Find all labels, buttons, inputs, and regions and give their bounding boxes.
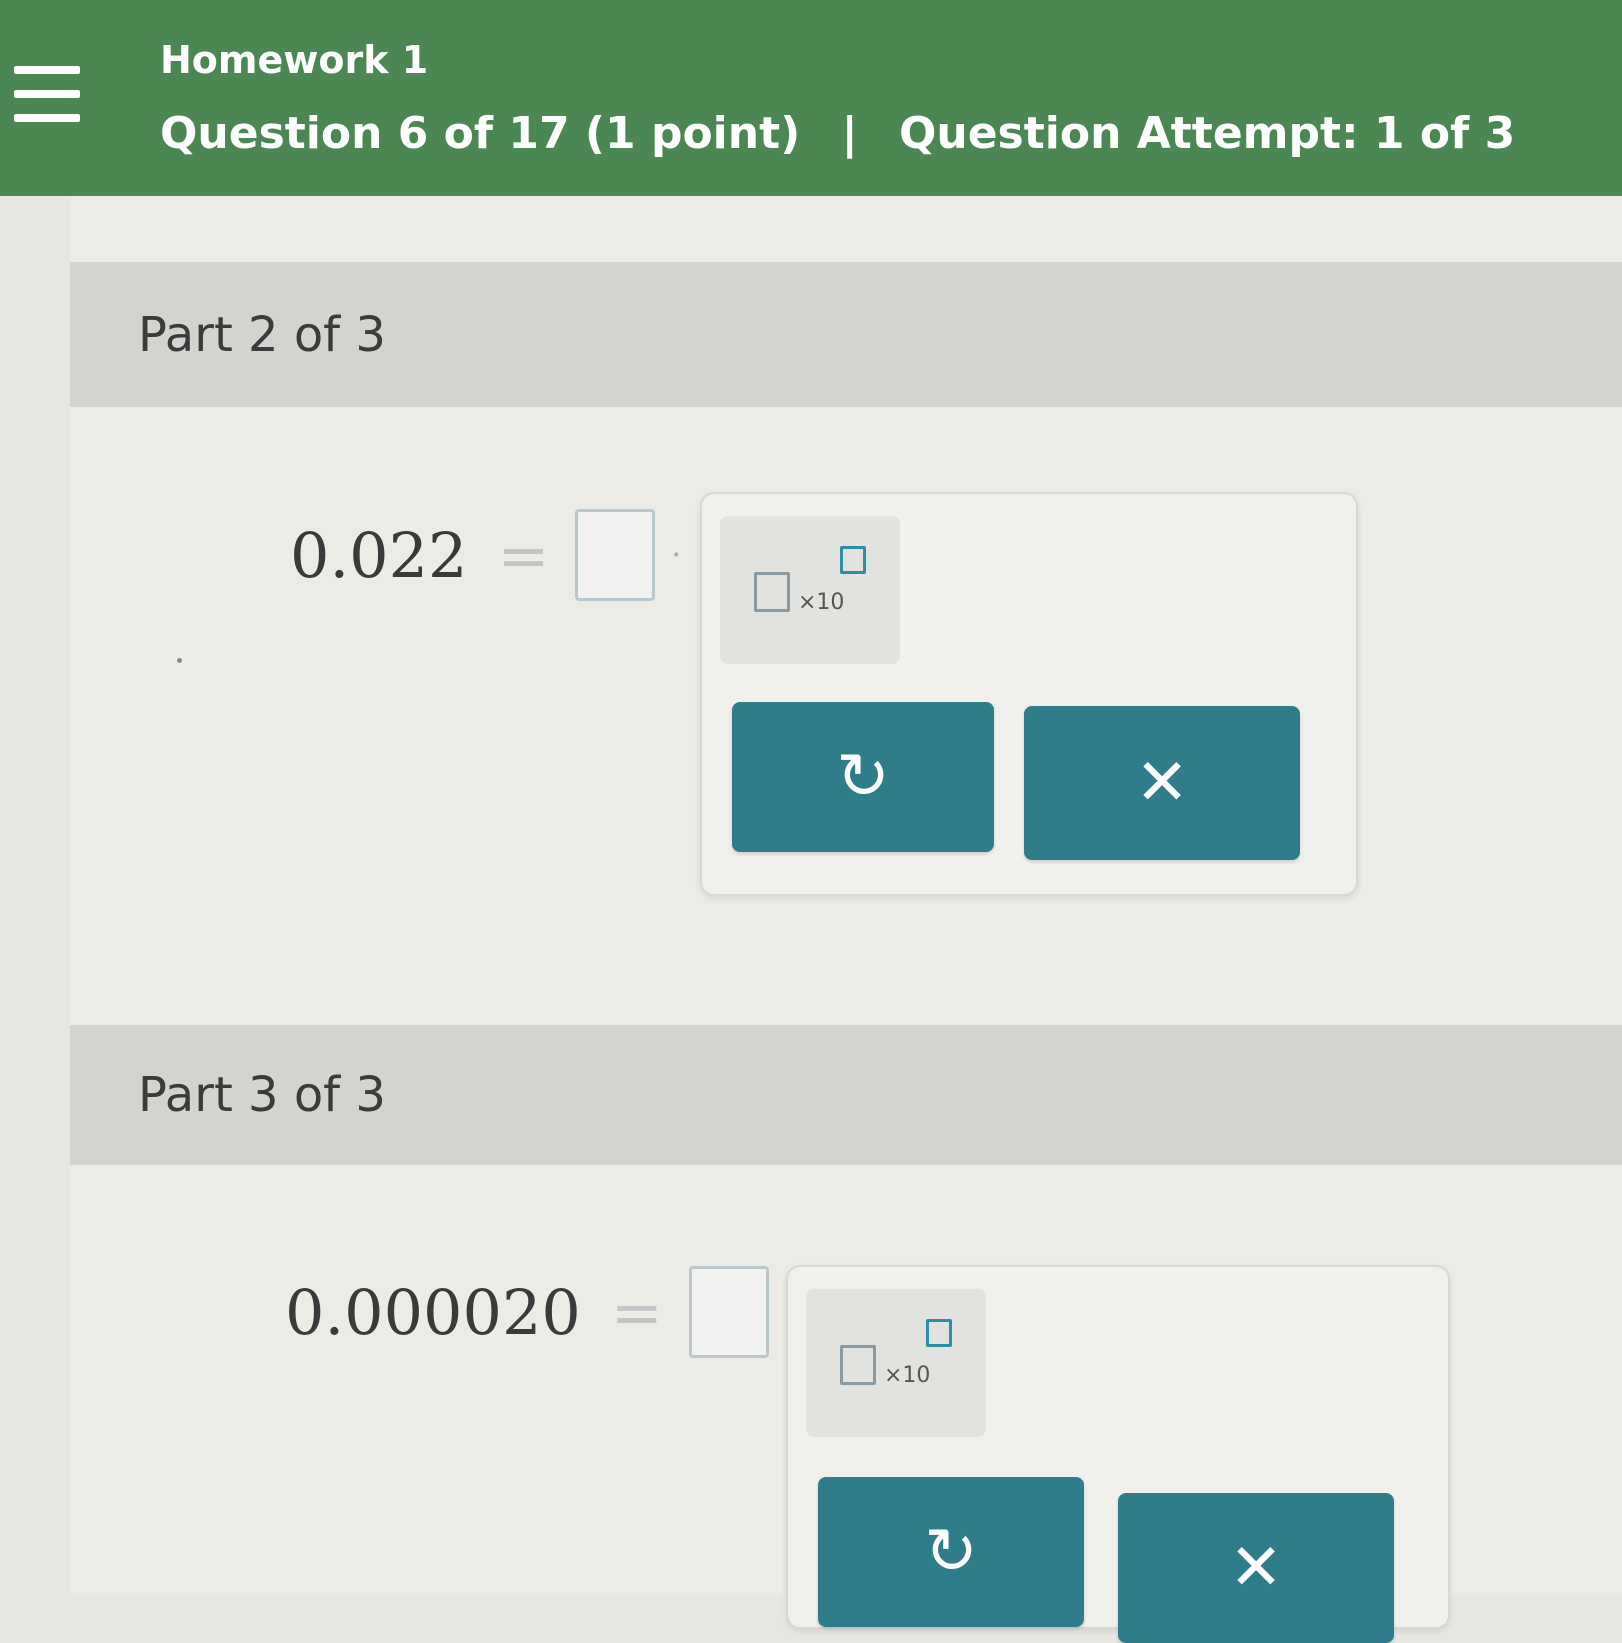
top-header: Homework 1 Question 6 of 17 (1 point) | … — [0, 0, 1622, 196]
exponent-box-icon — [926, 1319, 952, 1347]
part-3-header: Part 3 of 3 — [70, 1025, 1622, 1165]
part-3-math-palette: ×10 ↻ ✕ — [786, 1265, 1450, 1643]
close-icon: ✕ — [1229, 1531, 1283, 1605]
part-2-value: 0.022 — [290, 518, 468, 592]
mantissa-box-icon — [840, 1345, 876, 1385]
stray-dot — [177, 658, 182, 663]
clear-button[interactable]: ✕ — [1024, 706, 1300, 860]
part-2-answer-input[interactable] — [575, 509, 656, 601]
header-separator: | — [841, 108, 858, 159]
scientific-notation-button[interactable]: ×10 — [720, 516, 900, 664]
exponent-box-icon — [840, 546, 866, 574]
undo-icon: ↻ — [836, 740, 890, 814]
equals-sign: = — [610, 1275, 663, 1349]
undo-icon: ↻ — [924, 1515, 978, 1589]
question-attempt: Question Attempt: 1 of 3 — [898, 108, 1516, 159]
part-2-header: Part 2 of 3 — [70, 262, 1622, 407]
part-2-equation: 0.022 = · — [290, 505, 681, 605]
clear-button[interactable]: ✕ — [1118, 1493, 1394, 1643]
equals-sign: = — [497, 518, 550, 592]
part-3-label: Part 3 of 3 — [138, 1067, 386, 1123]
times-ten-label: ×10 — [798, 590, 845, 615]
scientific-notation-button[interactable]: ×10 — [806, 1289, 986, 1437]
part-3-answer-input[interactable] — [688, 1266, 769, 1358]
homework-title: Homework 1 — [160, 38, 429, 82]
question-number: Question 6 of 17 (1 point) — [160, 108, 801, 159]
close-icon: ✕ — [1135, 746, 1189, 820]
trailing-dot: · — [671, 537, 681, 573]
mantissa-box-icon — [754, 572, 790, 612]
times-ten-label: ×10 — [884, 1363, 931, 1388]
undo-button[interactable]: ↻ — [818, 1477, 1084, 1627]
part-2-math-palette: ×10 ↻ ✕ — [700, 492, 1358, 896]
part-2-label: Part 2 of 3 — [138, 306, 386, 363]
part-3-equation: 0.000020 = — [285, 1262, 769, 1362]
part-3-value: 0.000020 — [285, 1275, 581, 1349]
menu-icon[interactable] — [14, 60, 82, 126]
question-info: Question 6 of 17 (1 point) | Question At… — [160, 108, 1515, 159]
undo-button[interactable]: ↻ — [732, 702, 994, 852]
